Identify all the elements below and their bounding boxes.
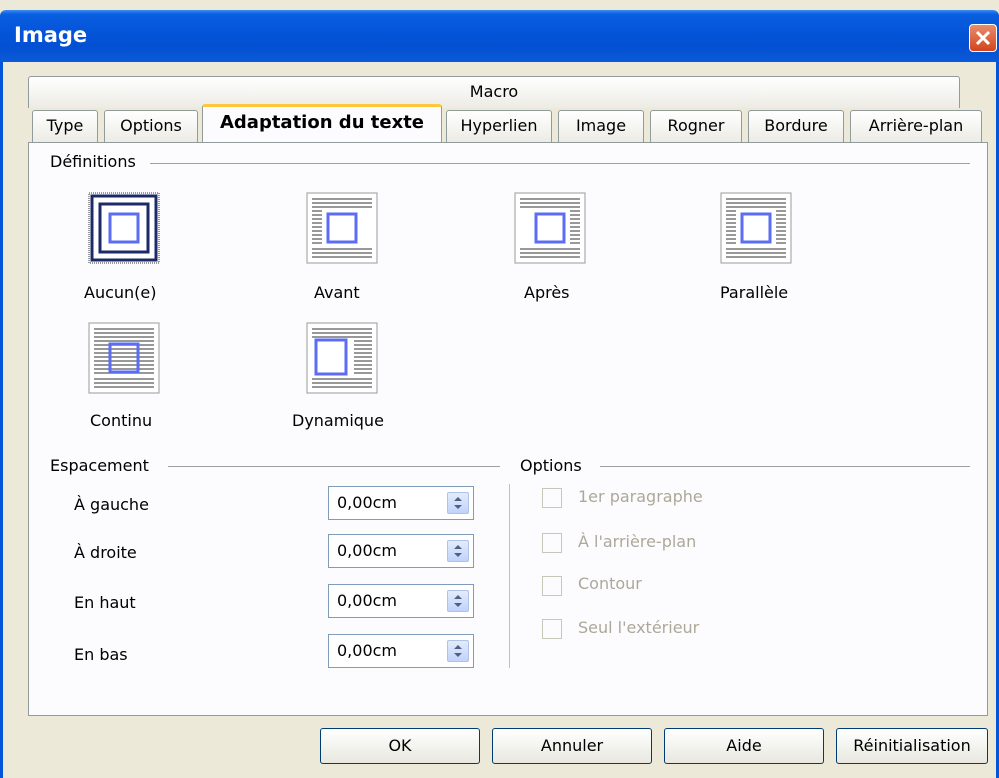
bottom-spacing-field[interactable]: 0,00cm bbox=[328, 634, 474, 668]
tab-adaptation-du-texte[interactable]: Adaptation du texte bbox=[202, 104, 442, 142]
label-left-spacing: À gauche bbox=[74, 495, 149, 514]
tab-bordure[interactable]: Bordure bbox=[748, 110, 844, 142]
cancel-button[interactable]: Annuler bbox=[492, 728, 652, 764]
top-spacing-value: 0,00cm bbox=[337, 591, 398, 610]
wrap-parallel-label: Parallèle bbox=[720, 283, 789, 302]
first-paragraph-label: 1er paragraphe bbox=[578, 487, 703, 506]
tab-macro[interactable]: Macro bbox=[28, 76, 960, 108]
divider bbox=[168, 466, 500, 467]
ok-button[interactable]: OK bbox=[320, 728, 480, 764]
bottom-spacing-value: 0,00cm bbox=[337, 641, 398, 660]
tab-arriere-plan[interactable]: Arrière-plan bbox=[850, 110, 982, 142]
tab-rogner[interactable]: Rogner bbox=[650, 110, 742, 142]
wrap-after-label: Après bbox=[524, 283, 570, 302]
wrap-none-label: Aucun(e) bbox=[84, 283, 157, 302]
checkbox-outside-only[interactable] bbox=[542, 619, 562, 639]
left-spacing-value: 0,00cm bbox=[337, 493, 398, 512]
background-label: À l'arrière-plan bbox=[578, 532, 697, 551]
title-bar: Image bbox=[0, 10, 999, 62]
label-bottom-spacing: En bas bbox=[74, 645, 128, 664]
spinner-arrows-icon[interactable] bbox=[447, 640, 469, 662]
section-definitions: Définitions bbox=[50, 152, 142, 171]
tab-panel bbox=[28, 142, 988, 716]
wrap-after-icon bbox=[514, 192, 586, 264]
wrap-parallel-icon bbox=[720, 192, 792, 264]
tab-options[interactable]: Options bbox=[104, 110, 198, 142]
label-right-spacing: À droite bbox=[74, 543, 137, 562]
right-spacing-field[interactable]: 0,00cm bbox=[328, 534, 474, 568]
window-title: Image bbox=[14, 23, 88, 47]
label-top-spacing: En haut bbox=[74, 593, 136, 612]
contour-label: Contour bbox=[578, 574, 642, 593]
close-icon bbox=[975, 30, 991, 46]
divider bbox=[150, 163, 970, 164]
left-spacing-field[interactable]: 0,00cm bbox=[328, 486, 474, 520]
section-espacement: Espacement bbox=[50, 456, 155, 475]
wrap-through-icon bbox=[88, 322, 160, 394]
checkbox-background[interactable] bbox=[542, 533, 562, 553]
top-spacing-field[interactable]: 0,00cm bbox=[328, 584, 474, 618]
outside-only-label: Seul l'extérieur bbox=[578, 618, 700, 637]
wrap-through-label: Continu bbox=[90, 411, 153, 430]
tab-type[interactable]: Type bbox=[32, 110, 98, 142]
spinner-arrows-icon[interactable] bbox=[447, 492, 469, 514]
wrap-before-icon bbox=[306, 192, 378, 264]
divider bbox=[509, 484, 510, 668]
wrap-dynamic-label: Dynamique bbox=[292, 411, 384, 430]
spinner-arrows-icon[interactable] bbox=[447, 590, 469, 612]
right-spacing-value: 0,00cm bbox=[337, 541, 398, 560]
wrap-before-label: Avant bbox=[314, 283, 360, 302]
reset-button[interactable]: Réinitialisation bbox=[836, 728, 988, 764]
help-button[interactable]: Aide bbox=[664, 728, 824, 764]
tab-image[interactable]: Image bbox=[558, 110, 644, 142]
checkbox-contour[interactable] bbox=[542, 576, 562, 596]
wrap-none-icon bbox=[88, 192, 160, 264]
spinner-arrows-icon[interactable] bbox=[447, 540, 469, 562]
tab-hyperlien[interactable]: Hyperlien bbox=[446, 110, 552, 142]
divider bbox=[600, 466, 970, 467]
wrap-dynamic-icon bbox=[306, 322, 378, 394]
section-options: Options bbox=[520, 456, 588, 475]
checkbox-first-paragraph[interactable] bbox=[542, 488, 562, 508]
close-button[interactable] bbox=[969, 24, 997, 52]
